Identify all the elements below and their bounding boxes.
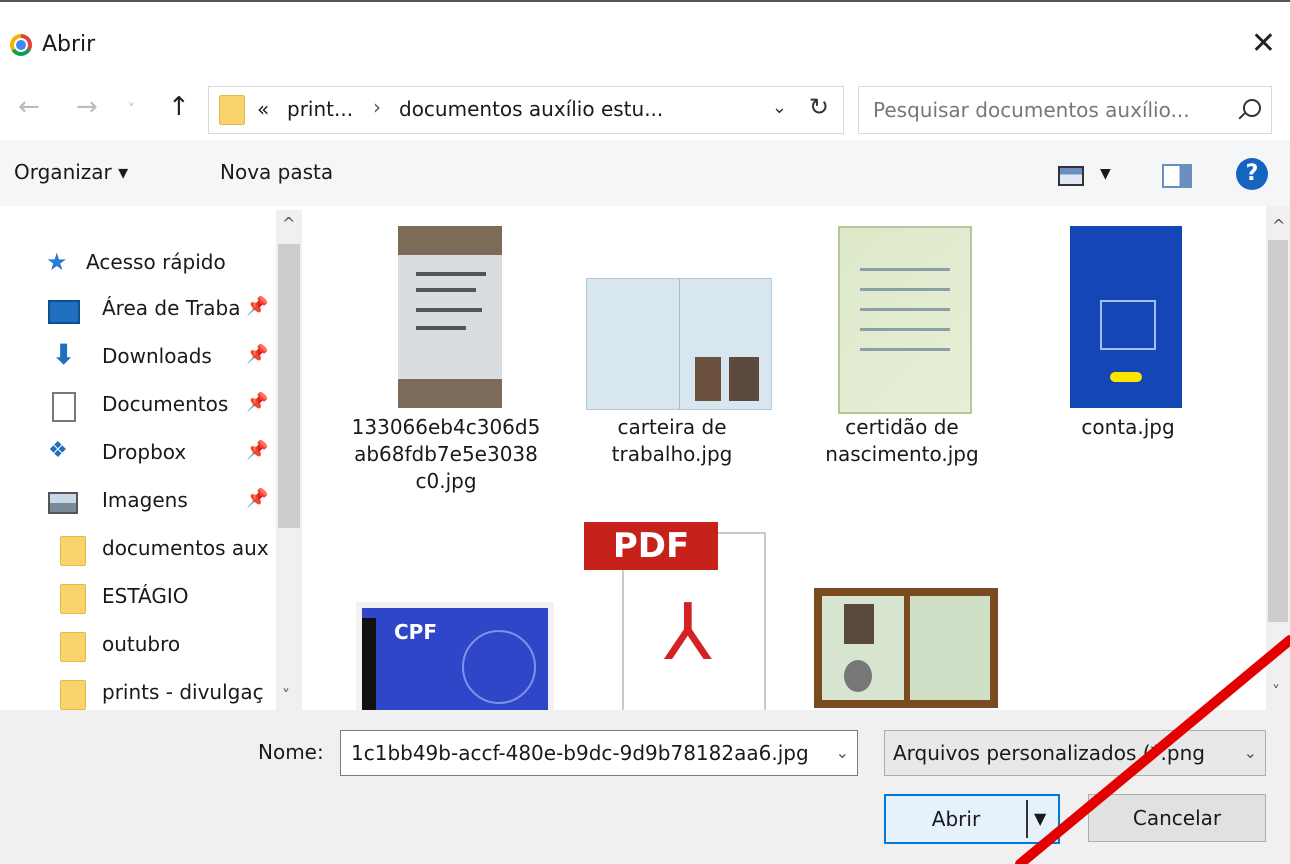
file-name: 133066eb4c306d5 ab68fdb7e5e3038 c0.jpg [351, 415, 541, 493]
work-card-thumbnail [586, 278, 772, 410]
id-card-thumbnail [814, 588, 998, 708]
sidebar-item-label: ESTÁGIO [102, 584, 189, 608]
split-divider [1026, 800, 1028, 838]
folder-icon [60, 536, 86, 566]
breadcrumb-current[interactable]: documentos auxílio estu... [399, 97, 663, 121]
file-name-label: Nome: [258, 740, 324, 764]
close-button[interactable]: ✕ [1251, 26, 1276, 61]
change-view-icon[interactable] [1058, 166, 1084, 186]
title-bar: Abrir ✕ [0, 0, 1290, 80]
organize-menu[interactable]: Organizar ▾ [14, 160, 128, 184]
folder-icon [60, 632, 86, 662]
chevron-down-icon[interactable]: ⌄ [1244, 743, 1257, 762]
help-icon[interactable]: ? [1236, 158, 1268, 190]
up-button[interactable]: ↑ [168, 92, 190, 122]
desktop-icon [48, 300, 80, 324]
images-icon [48, 492, 78, 514]
sidebar-item-label: documentos aux [102, 536, 269, 560]
preview-pane-icon[interactable] [1162, 164, 1192, 188]
star-icon: ★ [48, 248, 68, 276]
pin-icon: 📌 [246, 392, 269, 413]
birth-certificate-thumbnail [838, 226, 972, 414]
sidebar-item-folder-prints[interactable]: prints - divulgaç [48, 674, 276, 714]
folder-icon [60, 584, 86, 614]
scroll-down-icon[interactable]: ˅ [282, 686, 290, 705]
sidebar-item-label: Imagens [102, 488, 188, 512]
navigation-pane: ★ Acesso rápido Área de Traba 📌 ⬇ Downlo… [0, 206, 306, 710]
open-file-dialog: Abrir ✕ ← → ˅ ↑ « print... › documentos … [0, 0, 1290, 864]
acrobat-icon: ⅄ [664, 588, 712, 678]
sidebar-item-folder-estagio[interactable]: ESTÁGIO [48, 578, 276, 618]
scroll-up-icon[interactable]: ^ [282, 214, 295, 233]
address-bar[interactable]: « print... › documentos auxílio estu... … [208, 86, 844, 134]
sidebar-item-desktop[interactable]: Área de Traba 📌 [48, 290, 276, 330]
navigation-bar: ← → ˅ ↑ « print... › documentos auxílio … [0, 78, 1290, 140]
sidebar-item-images[interactable]: Imagens 📌 [48, 482, 276, 522]
navigation-scrollbar[interactable]: ^ ˅ [276, 210, 302, 710]
sidebar-item-label: Dropbox [102, 440, 187, 464]
pin-icon: 📌 [246, 344, 269, 365]
breadcrumb-separator[interactable]: › [373, 95, 381, 119]
receipt-photo-thumbnail [398, 226, 502, 408]
pin-icon: 📌 [246, 296, 269, 317]
sidebar-item-label: outubro [102, 632, 181, 656]
file-name: certidão de nascimento.jpg [825, 415, 979, 466]
cpf-card-thumbnail: CPF [356, 602, 554, 710]
sidebar-item-label: Downloads [102, 344, 212, 368]
download-icon: ⬇ [52, 338, 76, 371]
sidebar-item-label: prints - divulgaç [102, 680, 264, 704]
scroll-down-icon[interactable]: ˅ [1272, 682, 1280, 701]
pin-icon: 📌 [246, 488, 269, 509]
file-type-select[interactable]: Arquivos personalizados (*.png ⌄ [884, 730, 1266, 776]
address-dropdown-icon[interactable]: ⌄ [772, 97, 787, 118]
sidebar-item-folder-documentos-aux[interactable]: documentos aux [48, 530, 276, 570]
sidebar-item-label: Acesso rápido [86, 250, 226, 274]
sidebar-item-documents[interactable]: Documentos 📌 [48, 386, 276, 426]
dropbox-icon: ❖ [48, 438, 68, 463]
file-type-value[interactable]: Arquivos personalizados (*.png [893, 741, 1233, 765]
sidebar-item-folder-outubro[interactable]: outubro [48, 626, 276, 666]
folder-icon [60, 680, 86, 710]
pin-icon: 📌 [246, 440, 269, 461]
command-bar: Organizar ▾ Nova pasta ▼ ? [0, 140, 1290, 207]
open-button[interactable]: Abrir ▼ [884, 794, 1060, 844]
window-title: Abrir [42, 32, 96, 57]
document-icon [52, 392, 76, 422]
sidebar-item-quick-access[interactable]: ★ Acesso rápido [48, 244, 276, 284]
recent-locations-button[interactable]: ˅ [128, 102, 135, 118]
dialog-footer: Nome: 1c1bb49b-accf-480e-b9dc-9d9b78182a… [0, 710, 1290, 864]
scrollbar-thumb[interactable] [1268, 240, 1288, 622]
pdf-badge: PDF [584, 522, 718, 570]
sidebar-item-label: Área de Traba [102, 296, 241, 320]
file-name-value[interactable]: 1c1bb49b-accf-480e-b9dc-9d9b78182aa6.jpg [351, 741, 825, 765]
refresh-icon[interactable]: ↻ [809, 93, 829, 121]
file-name: carteira de trabalho.jpg [611, 415, 733, 466]
scroll-up-icon[interactable]: ^ [1272, 216, 1285, 235]
search-box[interactable]: Pesquisar documentos auxílio... [858, 86, 1272, 134]
file-name-field[interactable]: 1c1bb49b-accf-480e-b9dc-9d9b78182aa6.jpg… [340, 730, 858, 776]
phone-screenshot-thumbnail [1070, 226, 1182, 408]
open-button-label: Abrir [931, 807, 981, 831]
sidebar-item-downloads[interactable]: ⬇ Downloads 📌 [48, 338, 276, 378]
chevron-down-icon[interactable]: ⌄ [836, 743, 849, 762]
cpf-label: CPF [394, 620, 437, 644]
scrollbar-thumb[interactable] [278, 244, 300, 528]
file-name: conta.jpg [1081, 415, 1175, 439]
sidebar-item-label: Documentos [102, 392, 229, 416]
search-input[interactable]: Pesquisar documentos auxílio... [873, 98, 1190, 122]
breadcrumb-overflow[interactable]: « [257, 97, 269, 121]
new-folder-button[interactable]: Nova pasta [220, 160, 333, 184]
file-list: 133066eb4c306d5 ab68fdb7e5e3038 c0.jpg c… [306, 206, 1266, 710]
breadcrumb-prints[interactable]: print... [287, 97, 353, 121]
sidebar-item-dropbox[interactable]: ❖ Dropbox 📌 [48, 434, 276, 474]
forward-button[interactable]: → [76, 92, 98, 122]
view-options-dropdown-icon[interactable]: ▼ [1100, 166, 1111, 182]
chrome-icon [10, 34, 32, 56]
file-list-scrollbar[interactable]: ^ ˅ [1266, 206, 1290, 710]
folder-icon [219, 95, 245, 125]
search-icon[interactable] [1243, 99, 1261, 117]
open-options-dropdown-icon[interactable]: ▼ [1034, 796, 1046, 842]
cancel-button[interactable]: Cancelar [1088, 794, 1266, 842]
back-button[interactable]: ← [18, 92, 40, 122]
